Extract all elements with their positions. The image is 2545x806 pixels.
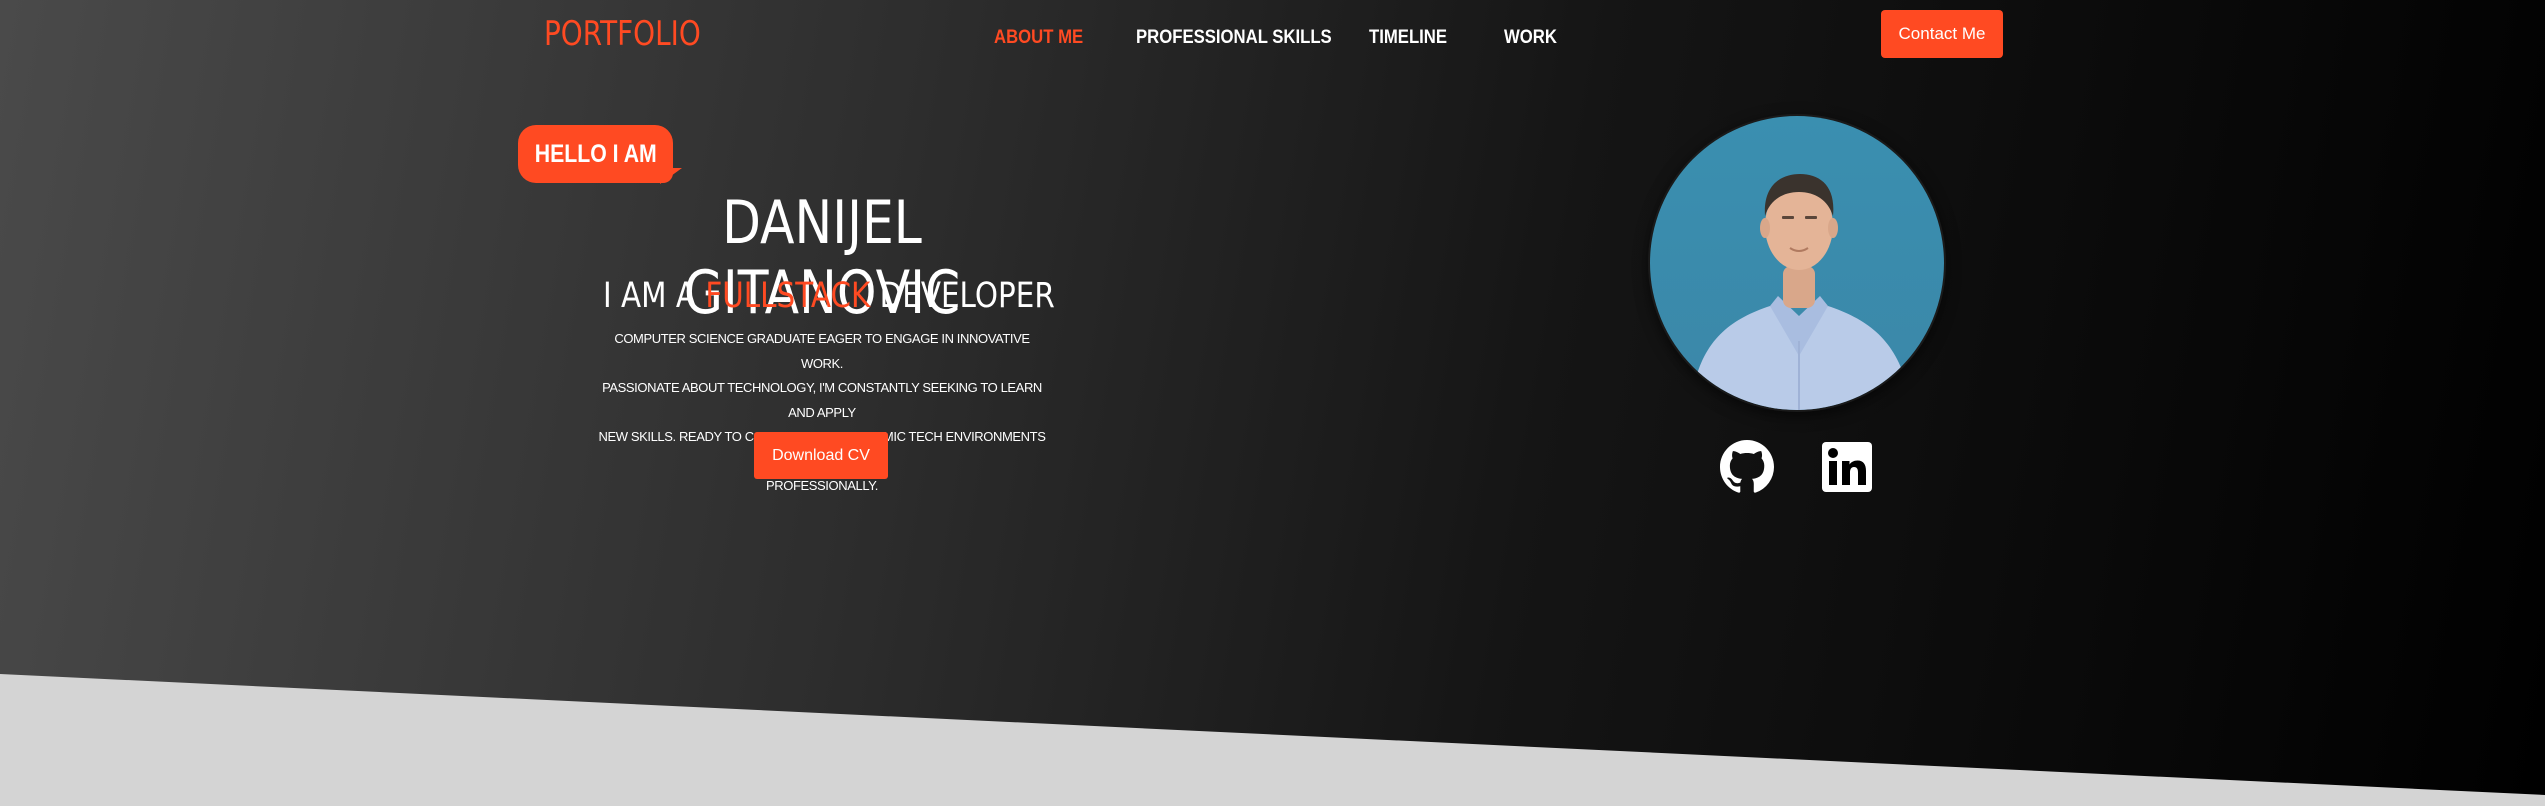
role-suffix: DEVELOPER — [879, 276, 1055, 316]
nav-timeline[interactable]: TIMELINE — [1369, 27, 1447, 49]
linkedin-link[interactable] — [1820, 440, 1874, 494]
hero-section: PORTFOLIO ABOUT ME PROFESSIONAL SKILLS T… — [0, 0, 2545, 806]
contact-me-button[interactable]: Contact Me — [1881, 10, 2003, 58]
role-prefix: I AM A — [603, 276, 696, 316]
profile-photo — [1648, 114, 1946, 412]
github-link[interactable] — [1720, 440, 1774, 494]
slanted-background-band — [0, 674, 2545, 806]
greeting-bubble: HELLO I AM — [518, 125, 673, 183]
hero-role: I AM A FULLSTACK DEVELOPER — [560, 276, 1084, 316]
description-line: PASSIONATE ABOUT TECHNOLOGY, I'M CONSTAN… — [602, 380, 1042, 420]
nav-work[interactable]: WORK — [1504, 27, 1557, 49]
bubble-tail — [660, 168, 682, 184]
github-icon — [1720, 440, 1774, 493]
role-highlight: FULLSTACK — [705, 276, 871, 316]
description-line: COMPUTER SCIENCE GRADUATE EAGER TO ENGAG… — [614, 331, 1030, 371]
nav-professional-skills[interactable]: PROFESSIONAL SKILLS — [1136, 27, 1332, 49]
nav-about-me[interactable]: ABOUT ME — [994, 27, 1083, 49]
greeting-text: HELLO I AM — [534, 139, 657, 168]
download-cv-button[interactable]: Download CV — [754, 432, 888, 479]
site-logo[interactable]: PORTFOLIO — [544, 14, 701, 54]
linkedin-icon — [1822, 442, 1872, 492]
